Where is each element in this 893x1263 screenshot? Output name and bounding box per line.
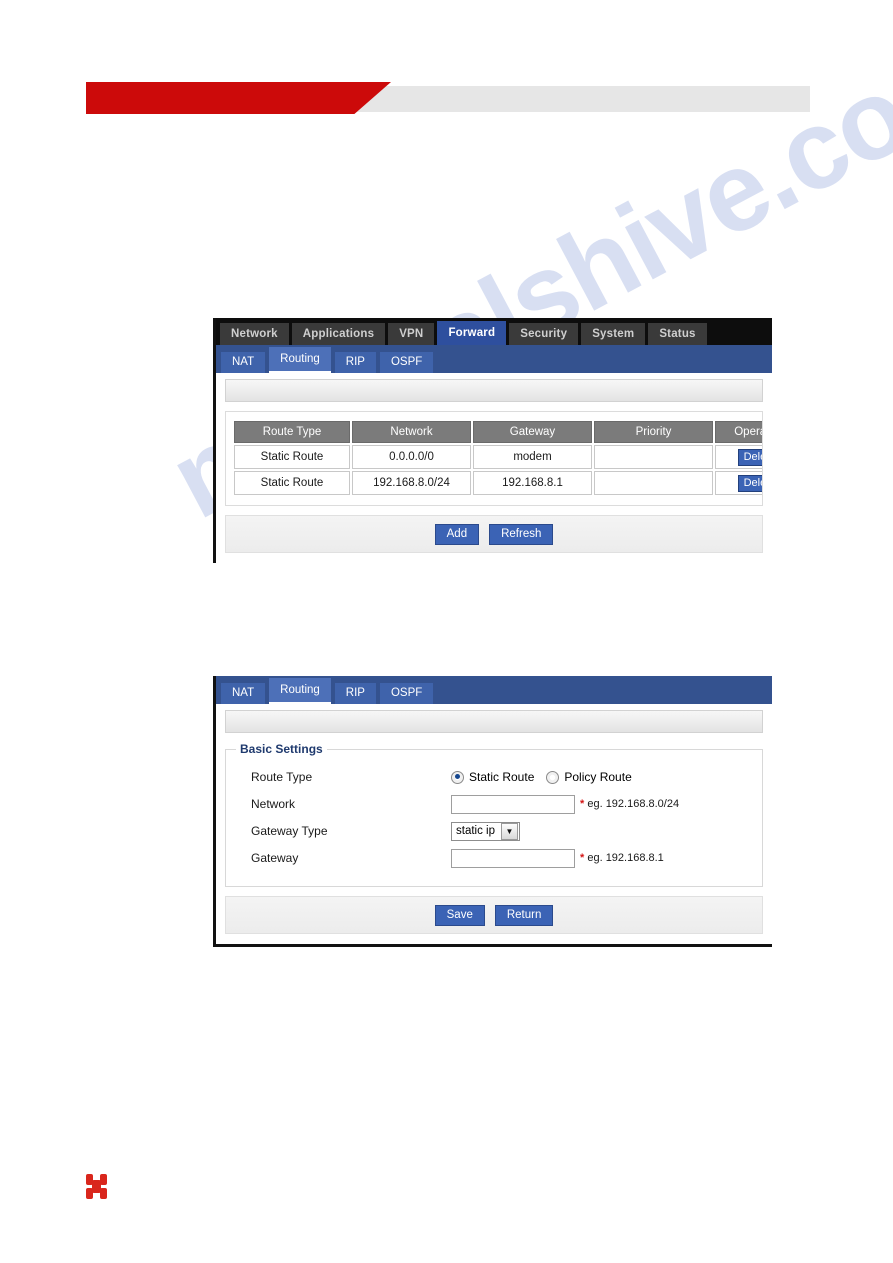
radio-policy-route-label: Policy Route <box>564 770 632 784</box>
cell-priority <box>594 471 713 495</box>
column-header-operation: Operation <box>715 421 762 443</box>
form-row-gateway: Gateway * eg. 192.168.8.1 <box>236 845 752 871</box>
network-input[interactable] <box>451 794 575 814</box>
subtab-routing[interactable]: Routing <box>269 678 331 704</box>
gateway-type-label: Gateway Type <box>251 824 328 838</box>
gateway-input[interactable] <box>451 848 575 868</box>
gateway-type-select[interactable]: static ip ▼ <box>451 821 520 841</box>
delete-button[interactable]: Delete <box>737 448 762 466</box>
routing-list-screenshot: Network Applications VPN Forward Securit… <box>213 318 772 563</box>
nav-item-status[interactable]: Status <box>648 323 707 345</box>
routing-table-container: Route Type Network Gateway Priority Oper… <box>225 411 763 506</box>
routing-table: Route Type Network Gateway Priority Oper… <box>232 419 762 497</box>
subtab-rip[interactable]: RIP <box>334 683 376 704</box>
column-header-priority: Priority <box>594 421 713 443</box>
forward-subtab-bar-form: NAT Routing RIP OSPF <box>216 676 772 704</box>
network-label: Network <box>251 797 296 811</box>
add-button[interactable]: Add <box>434 523 480 545</box>
cell-operation: Delete <box>715 445 762 469</box>
document-header-banner <box>86 82 810 114</box>
subtab-ospf[interactable]: OSPF <box>379 683 434 704</box>
delete-button[interactable]: Delete <box>737 474 762 492</box>
nav-item-applications[interactable]: Applications <box>291 323 386 345</box>
content-title-strip <box>225 379 763 402</box>
cell-network: 0.0.0.0/0 <box>352 445 471 469</box>
network-hint-text: eg. 192.168.8.0/24 <box>587 798 680 810</box>
subtab-routing[interactable]: Routing <box>269 347 331 373</box>
required-asterisk: * <box>580 852 585 864</box>
chevron-down-icon[interactable]: ▼ <box>501 822 518 840</box>
content-title-strip <box>225 710 763 733</box>
routing-form-action-bar: Save Return <box>225 896 763 934</box>
subtab-ospf[interactable]: OSPF <box>379 352 434 373</box>
route-type-label: Route Type <box>251 770 313 784</box>
header-red-accent <box>86 82 391 114</box>
gateway-type-value: static ip <box>456 825 495 837</box>
table-header-row: Route Type Network Gateway Priority Oper… <box>234 421 762 443</box>
gateway-hint-text: eg. 192.168.8.1 <box>587 852 664 864</box>
form-row-route-type: Route Type Static Route Policy Route <box>236 764 752 790</box>
form-row-network: Network * eg. 192.168.8.0/24 <box>236 791 752 817</box>
cell-route-type: Static Route <box>234 445 350 469</box>
brand-logo-icon <box>86 1174 108 1200</box>
cell-priority <box>594 445 713 469</box>
forward-subtab-bar: NAT Routing RIP OSPF <box>216 345 772 373</box>
cell-gateway: modem <box>473 445 592 469</box>
column-header-route-type: Route Type <box>234 421 350 443</box>
nav-item-security[interactable]: Security <box>509 323 579 345</box>
routing-form-body: Basic Settings Route Type Static Route P… <box>216 704 772 944</box>
table-row: Static Route 192.168.8.0/24 192.168.8.1 … <box>234 471 762 495</box>
cell-operation: Delete <box>715 471 762 495</box>
routing-list-action-bar: Add Refresh <box>225 515 763 553</box>
nav-item-vpn[interactable]: VPN <box>388 323 435 345</box>
gateway-label: Gateway <box>251 851 299 865</box>
column-header-gateway: Gateway <box>473 421 592 443</box>
network-hint: * eg. 192.168.8.0/24 <box>580 798 679 810</box>
cell-network: 192.168.8.0/24 <box>352 471 471 495</box>
radio-static-route-label: Static Route <box>469 770 535 784</box>
gateway-hint: * eg. 192.168.8.1 <box>580 852 664 864</box>
form-row-gateway-type: Gateway Type static ip ▼ <box>236 818 752 844</box>
basic-settings-group: Basic Settings Route Type Static Route P… <box>225 742 763 887</box>
table-row: Static Route 0.0.0.0/0 modem Delete <box>234 445 762 469</box>
nav-item-system[interactable]: System <box>581 323 646 345</box>
radio-static-route[interactable] <box>451 770 464 784</box>
refresh-button[interactable]: Refresh <box>489 523 554 545</box>
nav-item-forward[interactable]: Forward <box>437 321 507 345</box>
cell-route-type: Static Route <box>234 471 350 495</box>
save-button[interactable]: Save <box>434 904 485 926</box>
subtab-nat[interactable]: NAT <box>221 683 266 704</box>
main-navigation-bar: Network Applications VPN Forward Securit… <box>216 318 772 345</box>
nav-item-network[interactable]: Network <box>220 323 289 345</box>
return-button[interactable]: Return <box>494 904 554 926</box>
routing-list-body: Route Type Network Gateway Priority Oper… <box>216 373 772 563</box>
routing-form-screenshot: NAT Routing RIP OSPF Basic Settings Rout… <box>213 676 772 947</box>
subtab-nat[interactable]: NAT <box>221 352 266 373</box>
basic-settings-legend: Basic Settings <box>240 742 323 756</box>
required-asterisk: * <box>580 798 585 810</box>
subtab-rip[interactable]: RIP <box>334 352 376 373</box>
column-header-network: Network <box>352 421 471 443</box>
cell-gateway: 192.168.8.1 <box>473 471 592 495</box>
radio-policy-route[interactable] <box>546 770 560 784</box>
